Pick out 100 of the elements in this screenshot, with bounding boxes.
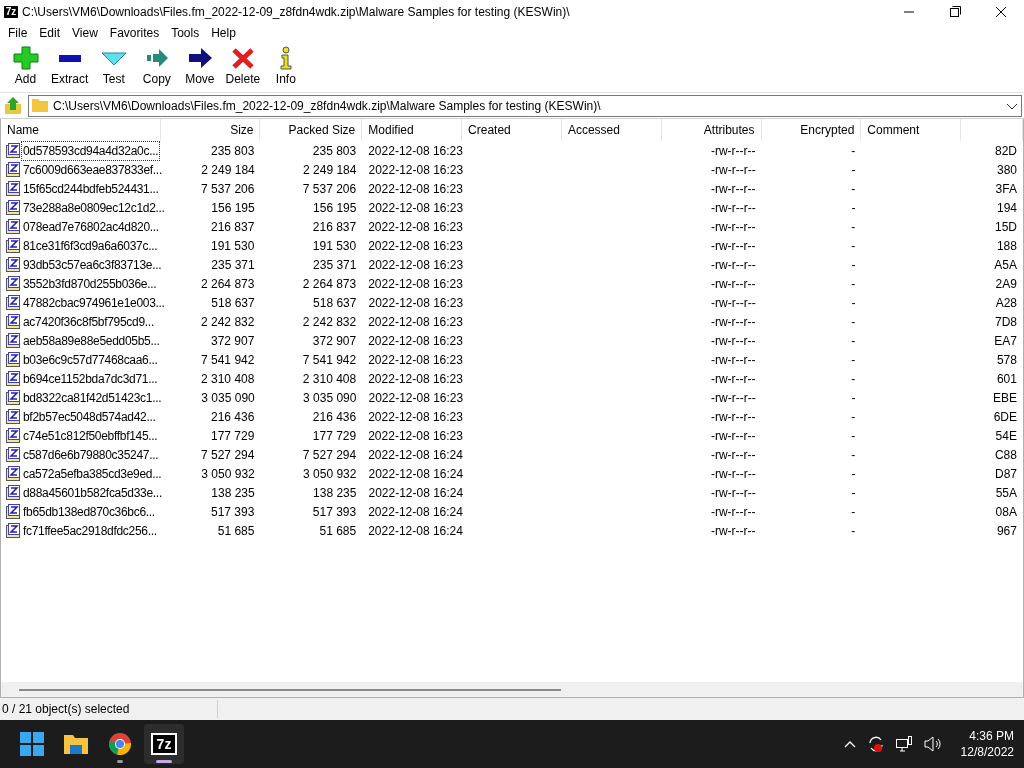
table-cell-text: -	[851, 180, 856, 198]
file-name[interactable]: c587d6e6b79880c35247...	[22, 445, 160, 464]
running-indicator	[156, 760, 172, 763]
table-cell-text: -	[851, 237, 856, 255]
horizontal-scrollbar[interactable]	[1, 682, 1023, 698]
table-cell-text: 2 249 184	[201, 161, 255, 179]
table-cell-text: 2 264 873	[201, 275, 255, 293]
file-name[interactable]: b694ce1152bda7dc3d71...	[22, 369, 159, 388]
table-cell-text: 7 527 294	[302, 446, 357, 464]
table-cell-text: 578	[996, 351, 1017, 369]
table-cell-text: 7D8	[994, 313, 1017, 331]
table-cell-text: 517 393	[211, 503, 255, 521]
menu-item[interactable]: View	[66, 24, 104, 42]
file-name[interactable]: bd8322ca81f42d51423c1...	[22, 388, 163, 407]
column-header[interactable]: Encrypted	[800, 121, 855, 139]
arrow-right-icon	[186, 46, 213, 70]
browser-icon	[108, 732, 132, 756]
network-icon[interactable]	[894, 735, 913, 753]
table-cell-text: -rw-r--r--	[710, 275, 756, 293]
file-name[interactable]: 078ead7e76802ac4d820...	[22, 217, 160, 236]
column-header[interactable]: Name	[7, 121, 39, 139]
table-cell-text: 2022-12-08 16:24	[368, 446, 463, 464]
table-cell-text: -rw-r--r--	[711, 256, 756, 274]
scrollbar-thumb[interactable]	[19, 688, 561, 691]
toolbar-button[interactable]: Move	[178, 46, 222, 88]
table-cell-text: 518 637	[211, 294, 255, 312]
file-name[interactable]: 81ce31f6f3cd9a6a6037c...	[22, 236, 159, 255]
file-name[interactable]: c74e51c812f50ebffbf145...	[22, 426, 159, 445]
table-cell-text: 7 541 942	[201, 351, 255, 369]
file-name[interactable]: d88a45601b582fca5d33e...	[22, 483, 163, 502]
file-name[interactable]: fc71ffee5ac2918dfdc256...	[22, 521, 158, 540]
chevron-up-icon[interactable]	[842, 739, 857, 749]
table-cell-text: -rw-r--r--	[710, 180, 756, 198]
file-name[interactable]: fb65db138ed870c36bc6...	[22, 502, 156, 521]
table-cell-text: 177 729	[211, 427, 255, 445]
toolbar-button[interactable]: Add	[4, 46, 47, 88]
table-cell-text: 82D	[994, 142, 1017, 160]
table-cell-text: -rw-r--r--	[710, 503, 756, 521]
table-cell-text: -	[851, 427, 856, 445]
file-name[interactable]: 15f65cd244bdfeb524431...	[22, 179, 160, 198]
table-cell-text: -rw-r--r--	[710, 446, 756, 464]
file-name[interactable]: 0d578593cd94a4d32a0c...	[22, 141, 160, 160]
table-cell-text: 2A9	[995, 275, 1017, 293]
toolbar-button[interactable]: Test	[92, 46, 136, 88]
file-name[interactable]: ca572a5efba385cd3e9ed...	[22, 464, 163, 483]
file-name[interactable]: bf2b57ec5048d574ad42...	[22, 407, 157, 426]
file-name[interactable]: 47882cbac974961e1e003...	[22, 293, 166, 312]
menu-item[interactable]: Edit	[33, 24, 67, 42]
column-header[interactable]: Packed Size	[288, 121, 356, 139]
menu-item[interactable]: Favorites	[103, 24, 166, 42]
clock[interactable]: 4:36 PM 12/8/2022	[952, 728, 1014, 760]
table-cell-text: -rw-r--r--	[710, 522, 756, 540]
column-header[interactable]: Created	[468, 121, 511, 139]
table-cell-text: 2022-12-08 16:23	[368, 427, 463, 445]
table-cell-text: -	[851, 446, 856, 464]
minus-icon	[58, 54, 81, 62]
toolbar-button[interactable]: Info	[264, 46, 308, 88]
file-name[interactable]: 3552b3fd870d255b036e...	[22, 274, 158, 293]
speaker-icon[interactable]	[922, 735, 943, 753]
table-cell-text: D87	[994, 465, 1017, 483]
table-cell-text: -rw-r--r--	[710, 332, 756, 350]
column-header[interactable]: Modified	[368, 121, 414, 139]
menu-item[interactable]: Help	[205, 24, 242, 42]
address-field[interactable]: C:\Users\VM6\Downloads\Files.fm_2022-12-09_z8fdn4wdk.zip\Malware Samples for testing (KESWin)\	[28, 94, 1022, 117]
file-name[interactable]: aeb58a89e88e5edd05b5...	[22, 331, 161, 350]
sync-icon[interactable]	[866, 735, 885, 753]
table-cell-text: 2022-12-08 16:23	[368, 218, 463, 236]
table-cell-text: 138 235	[313, 484, 357, 502]
toolbar-button[interactable]: Copy	[135, 46, 179, 88]
table-cell-text: -	[851, 313, 856, 331]
file-name[interactable]: ac7420f36c8f5bf795cd9...	[22, 312, 155, 331]
table-cell-text: 3 035 090	[303, 389, 357, 407]
file-name[interactable]: b03e6c9c57d77468caa6...	[22, 350, 159, 369]
menu-item[interactable]: Tools	[165, 24, 206, 42]
table-cell-text: 191 530	[312, 237, 357, 255]
archive-file-icon	[5, 484, 21, 501]
file-name[interactable]: 7c6009d663eae837833ef...	[22, 160, 163, 179]
column-header[interactable]: Attributes	[703, 121, 755, 139]
table-cell-text: 08A	[995, 503, 1017, 521]
table-cell-text: -rw-r--r--	[710, 237, 756, 255]
file-name[interactable]: 73e288a8e0809ec12c1d2...	[22, 198, 166, 217]
table-cell-text: -	[851, 332, 856, 350]
column-header[interactable]: Accessed	[567, 121, 620, 139]
table-cell-text: 2 310 408	[201, 370, 255, 388]
table-cell-text: 191 530	[211, 237, 255, 255]
table-cell-text: 2 264 873	[302, 275, 357, 293]
table-cell-text: 177 729	[312, 427, 357, 445]
toolbar-button[interactable]: Delete	[221, 46, 265, 88]
archive-file-icon	[5, 332, 21, 349]
column-header[interactable]: Size	[230, 121, 254, 139]
toolbar-button[interactable]: Extract	[47, 46, 93, 88]
table-cell-text: -	[851, 389, 856, 407]
folder-up-icon[interactable]	[2, 95, 24, 116]
archive-file-icon	[5, 522, 21, 539]
file-name[interactable]: 93db53c57ea6c3f83713e...	[22, 255, 163, 274]
archive-file-icon	[5, 256, 21, 273]
column-header[interactable]: Comment	[867, 121, 920, 139]
taskbar-app[interactable]: 7z	[144, 724, 184, 764]
table-cell-text: 156 195	[313, 199, 357, 217]
menu-item[interactable]: File	[2, 24, 34, 42]
